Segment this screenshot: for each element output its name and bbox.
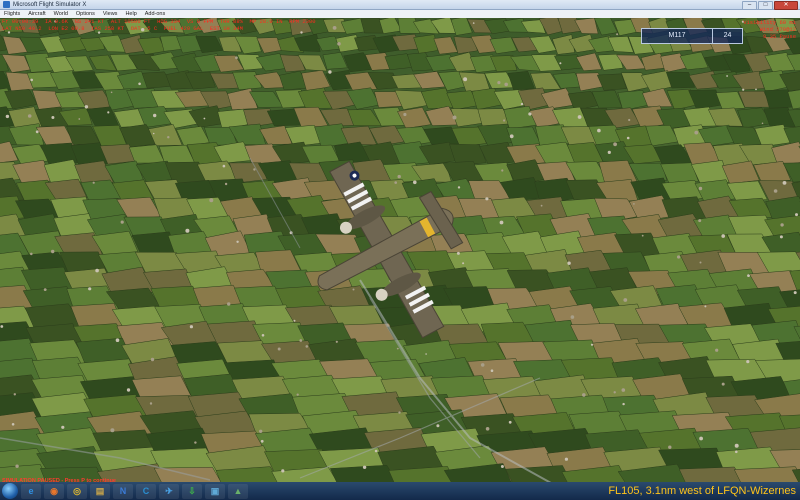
menu-aircraft[interactable]: Aircraft <box>28 11 45 17</box>
menu-add-ons[interactable]: Add-ons <box>145 11 166 17</box>
internet-explorer-icon[interactable]: e <box>21 483 41 499</box>
menu-help[interactable]: Help <box>125 11 136 17</box>
flight-position-status: FL105, 3.1nm west of LFQN-Wizernes <box>608 485 796 497</box>
hud-readout-right: Visibility 60 mi Wind 270@12 9.35 Pause <box>743 19 796 40</box>
title-bar: Microsoft Flight Simulator X – □ ✕ <box>0 0 800 10</box>
flight-sim-app-icon <box>3 1 10 8</box>
window-icon[interactable]: ▣ <box>205 483 225 499</box>
close-button[interactable]: ✕ <box>774 1 798 10</box>
gps-waypoint-id: M117 <box>642 29 713 43</box>
hud-right-line-3: 9.35 Pause <box>762 33 796 40</box>
gps-waypoint-panel[interactable]: M117 24 <box>641 28 743 44</box>
minimize-button[interactable]: – <box>742 1 757 10</box>
app-c-icon[interactable]: C <box>136 483 156 499</box>
firefox-icon[interactable]: ◉ <box>44 483 64 499</box>
start-button[interactable] <box>2 483 18 499</box>
network-icon[interactable]: N <box>113 483 133 499</box>
menu-flights[interactable]: Flights <box>4 11 20 17</box>
file-explorer-icon[interactable]: ▤ <box>90 483 110 499</box>
hud-right-line-2: Wind 270@12 <box>759 26 796 33</box>
hud-right-line-1: Visibility 60 mi <box>743 19 796 26</box>
menu-views[interactable]: Views <box>103 11 118 17</box>
menu-options[interactable]: Options <box>76 11 95 17</box>
flight-scene-view[interactable]: Fr 00:00:39 IA 9.6K GS 241 KT ALT 10500 … <box>0 18 800 482</box>
window-controls: – □ ✕ <box>742 1 798 10</box>
hud-readout-line-1: Fr 00:00:39 IA 9.6K GS 241 KT ALT 10500 … <box>2 18 316 25</box>
flight-sim-icon[interactable]: ✈ <box>159 483 179 499</box>
chrome-icon[interactable]: ◎ <box>67 483 87 499</box>
menu-world[interactable]: World <box>54 11 68 17</box>
taskbar-pinned-icons: e ◉ ◎ ▤ N C ✈ ⇩ ▣ ▲ <box>21 483 251 499</box>
download-icon[interactable]: ⇩ <box>182 483 202 499</box>
menu-bar: Flights Aircraft World Options Views Hel… <box>0 10 800 18</box>
gps-waypoint-value: 24 <box>723 32 732 39</box>
maximize-button[interactable]: □ <box>758 1 773 10</box>
aircraft-model <box>317 160 464 339</box>
windows-taskbar: e ◉ ◎ ▤ N C ✈ ⇩ ▣ ▲ FL105, 3.1nm west of LFQN-Wiz… <box>0 482 800 500</box>
hud-readout-line-2: LAT N50 49.2 LON E2 09.8 TAS 258 KT OAT … <box>2 25 243 32</box>
landscape-icon[interactable]: ▲ <box>228 483 248 499</box>
window-title: Microsoft Flight Simulator X <box>13 1 87 8</box>
